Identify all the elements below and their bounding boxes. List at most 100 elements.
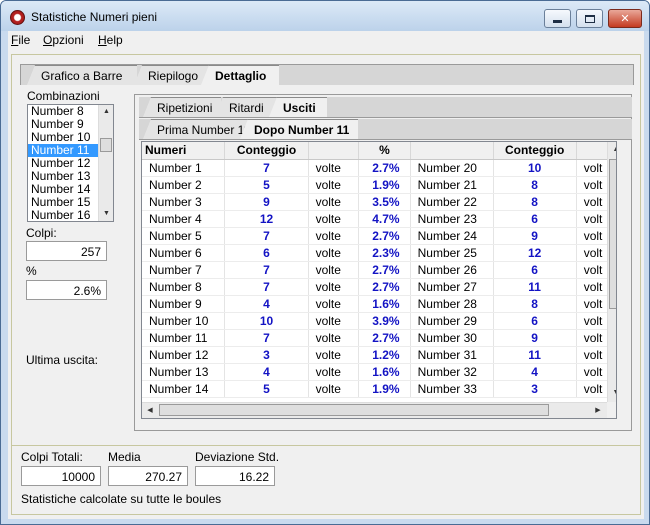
- table-row[interactable]: Number 10 10 volte 3.9% Number 29 6 volt: [142, 312, 616, 330]
- tab-dettaglio[interactable]: Dettaglio: [201, 65, 279, 85]
- sub-tab-strip: Ripetizioni Ritardi Usciti: [139, 97, 632, 118]
- cell-count-2: 9: [493, 329, 577, 347]
- colpi-totali-label: Colpi Totali:: [21, 450, 83, 464]
- cell-number: Number 9: [142, 295, 226, 313]
- cell-count-2: 11: [493, 278, 577, 296]
- app-icon: [10, 10, 25, 25]
- col-header-numeri-2[interactable]: [410, 142, 494, 160]
- ultima-uscita-label: Ultima uscita:: [26, 353, 99, 367]
- cell-percent: 3.5%: [358, 193, 411, 211]
- scroll-down-icon[interactable]: ▼: [99, 207, 113, 220]
- table-row[interactable]: Number 5 7 volte 2.7% Number 24 9 volt: [142, 227, 616, 245]
- col-header-blank[interactable]: [308, 142, 360, 160]
- tab-prima-number[interactable]: Prima Number 11: [143, 119, 253, 139]
- menu-opzioni[interactable]: Opzioni: [43, 33, 84, 47]
- scroll-up-icon[interactable]: ▲: [99, 105, 113, 118]
- cell-number-2: Number 30: [410, 329, 494, 347]
- scroll-down-icon[interactable]: ▼: [608, 386, 616, 399]
- cell-number-2: Number 20: [410, 159, 494, 177]
- cell-volte: volte: [308, 312, 360, 330]
- client-area: File Opzioni Help Grafico a Barre Riepil…: [8, 31, 644, 519]
- table-row[interactable]: Number 2 5 volte 1.9% Number 21 8 volt: [142, 176, 616, 194]
- cell-count: 5: [224, 176, 309, 194]
- cell-percent: 2.7%: [358, 329, 411, 347]
- combinazioni-label: Combinazioni: [27, 89, 100, 103]
- col-header-conteggio-2[interactable]: Conteggio: [493, 142, 577, 160]
- list-scrollbar[interactable]: ▲ ▼: [98, 105, 113, 221]
- cell-percent: 1.6%: [358, 295, 411, 313]
- cell-percent: 2.7%: [358, 227, 411, 245]
- list-scroll-thumb[interactable]: [100, 138, 112, 152]
- media-field: 270.27: [108, 466, 188, 486]
- tab-ritardi[interactable]: Ritardi: [215, 97, 279, 117]
- usciti-grid[interactable]: Numeri Conteggio % Conteggio Number 1 7 vo…: [141, 141, 617, 419]
- menu-help[interactable]: Help: [98, 33, 123, 47]
- cell-volte: volte: [308, 278, 360, 296]
- scroll-right-icon[interactable]: ▶: [591, 404, 605, 417]
- col-header-conteggio[interactable]: Conteggio: [224, 142, 309, 160]
- minimize-button[interactable]: [544, 9, 571, 28]
- tab-riepilogo[interactable]: Riepilogo: [134, 65, 212, 85]
- tab-usciti[interactable]: Usciti: [269, 97, 327, 117]
- tab-dopo-number[interactable]: Dopo Number 11: [240, 119, 358, 139]
- scroll-left-icon[interactable]: ◀: [143, 404, 157, 417]
- app-window: Statistiche Numeri pieni ✕ File Opzioni …: [0, 0, 650, 525]
- table-row[interactable]: Number 14 5 volte 1.9% Number 33 3 volt: [142, 380, 616, 398]
- cell-count-2: 10: [493, 159, 577, 177]
- menu-file[interactable]: File: [11, 33, 30, 47]
- tab-ripetizioni[interactable]: Ripetizioni: [143, 97, 221, 117]
- cell-count-2: 8: [493, 176, 577, 194]
- cell-number-2: Number 31: [410, 346, 494, 364]
- cell-volte: volte: [308, 380, 360, 398]
- cell-number-2: Number 25: [410, 244, 494, 262]
- deviazione-field: 16.22: [195, 466, 275, 486]
- col-header-percent[interactable]: %: [358, 142, 411, 160]
- table-row[interactable]: Number 4 12 volte 4.7% Number 23 6 volt: [142, 210, 616, 228]
- cell-number: Number 6: [142, 244, 226, 262]
- cell-percent: 2.7%: [358, 159, 411, 177]
- col-header-numeri[interactable]: Numeri: [142, 142, 226, 160]
- grid-horizontal-scrollbar[interactable]: ◀ ▶: [142, 402, 607, 418]
- maximize-button[interactable]: [576, 9, 603, 28]
- summary-note: Statistiche calcolate su tutte le boules: [21, 492, 222, 506]
- cell-number-2: Number 24: [410, 227, 494, 245]
- percent-label: %: [26, 264, 37, 278]
- grid-hscroll-thumb[interactable]: [159, 404, 549, 416]
- table-row[interactable]: Number 11 7 volte 2.7% Number 30 9 volt: [142, 329, 616, 347]
- cell-count-2: 3: [493, 380, 577, 398]
- cell-number-2: Number 33: [410, 380, 494, 398]
- table-row[interactable]: Number 7 7 volte 2.7% Number 26 6 volt: [142, 261, 616, 279]
- title-bar[interactable]: Statistiche Numeri pieni ✕: [1, 1, 649, 31]
- cell-percent: 2.7%: [358, 278, 411, 296]
- cell-count-2: 11: [493, 346, 577, 364]
- table-row[interactable]: Number 3 9 volte 3.5% Number 22 8 volt: [142, 193, 616, 211]
- media-label: Media: [108, 450, 141, 464]
- table-row[interactable]: Number 9 4 volte 1.6% Number 28 8 volt: [142, 295, 616, 313]
- cell-percent: 3.9%: [358, 312, 411, 330]
- cell-count: 7: [224, 159, 309, 177]
- grid-vertical-scrollbar[interactable]: ▲ ▼: [607, 142, 616, 402]
- tab-grafico-a-barre[interactable]: Grafico a Barre: [27, 65, 137, 85]
- table-row[interactable]: Number 13 4 volte 1.6% Number 32 4 volt: [142, 363, 616, 381]
- table-row[interactable]: Number 6 6 volte 2.3% Number 25 12 volt: [142, 244, 616, 262]
- scroll-up-icon[interactable]: ▲: [608, 143, 616, 156]
- cell-count: 7: [224, 278, 309, 296]
- minimize-icon: [553, 20, 562, 23]
- table-row[interactable]: Number 1 7 volte 2.7% Number 20 10 volt: [142, 159, 616, 177]
- cell-number: Number 7: [142, 261, 226, 279]
- table-row[interactable]: Number 12 3 volte 1.2% Number 31 11 volt: [142, 346, 616, 364]
- combinazioni-listbox[interactable]: Number 8 Number 9 Number 10 Number 11 Number…: [27, 104, 114, 222]
- cell-count-2: 6: [493, 210, 577, 228]
- cell-number: Number 11: [142, 329, 226, 347]
- usciti-table: Numeri Conteggio % Conteggio Number 1 7 vo…: [142, 142, 616, 398]
- grid-vscroll-thumb[interactable]: [609, 159, 616, 309]
- cell-number: Number 10: [142, 312, 226, 330]
- cell-percent: 1.6%: [358, 363, 411, 381]
- cell-number-2: Number 22: [410, 193, 494, 211]
- close-button[interactable]: ✕: [608, 9, 642, 28]
- cell-percent: 1.2%: [358, 346, 411, 364]
- cell-number-2: Number 26: [410, 261, 494, 279]
- cell-volte: volte: [308, 295, 360, 313]
- cell-number: Number 12: [142, 346, 226, 364]
- table-row[interactable]: Number 8 7 volte 2.7% Number 27 11 volt: [142, 278, 616, 296]
